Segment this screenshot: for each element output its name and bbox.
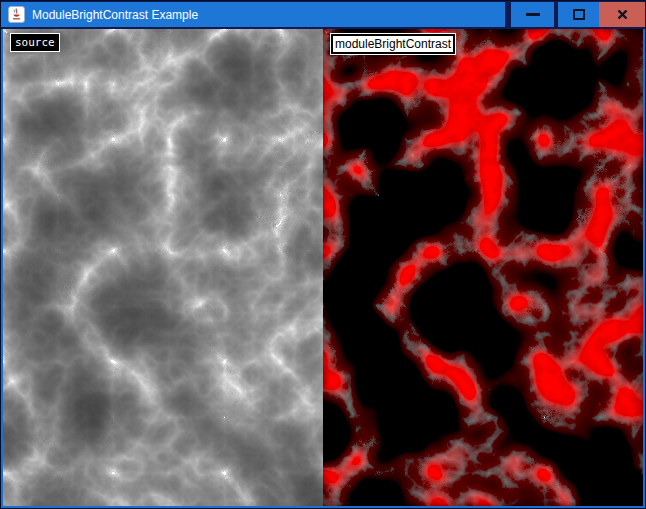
processed-label: moduleBrightContrast xyxy=(333,36,453,52)
maximize-icon xyxy=(573,9,585,20)
content-area: source xyxy=(3,29,643,506)
close-icon xyxy=(617,9,628,20)
java-coffee-cup-icon xyxy=(8,6,25,23)
window-border-left xyxy=(1,29,3,508)
source-label: source xyxy=(10,33,60,52)
minimize-icon xyxy=(526,13,540,16)
processed-label-box: moduleBrightContrast xyxy=(330,33,456,55)
window-border-right xyxy=(643,29,645,508)
processed-panel: moduleBrightContrast xyxy=(323,29,643,506)
titlebar-main[interactable]: ModuleBrightContrast Example xyxy=(1,2,505,27)
maximize-button[interactable] xyxy=(558,2,599,27)
minimize-button[interactable] xyxy=(511,2,554,27)
window-border-bottom xyxy=(1,506,645,508)
source-image xyxy=(3,29,323,506)
source-panel: source xyxy=(3,29,323,506)
close-button[interactable] xyxy=(599,2,645,27)
window-title: ModuleBrightContrast Example xyxy=(32,8,198,22)
processed-image xyxy=(323,29,643,506)
titlebar[interactable]: ModuleBrightContrast Example xyxy=(1,1,645,29)
